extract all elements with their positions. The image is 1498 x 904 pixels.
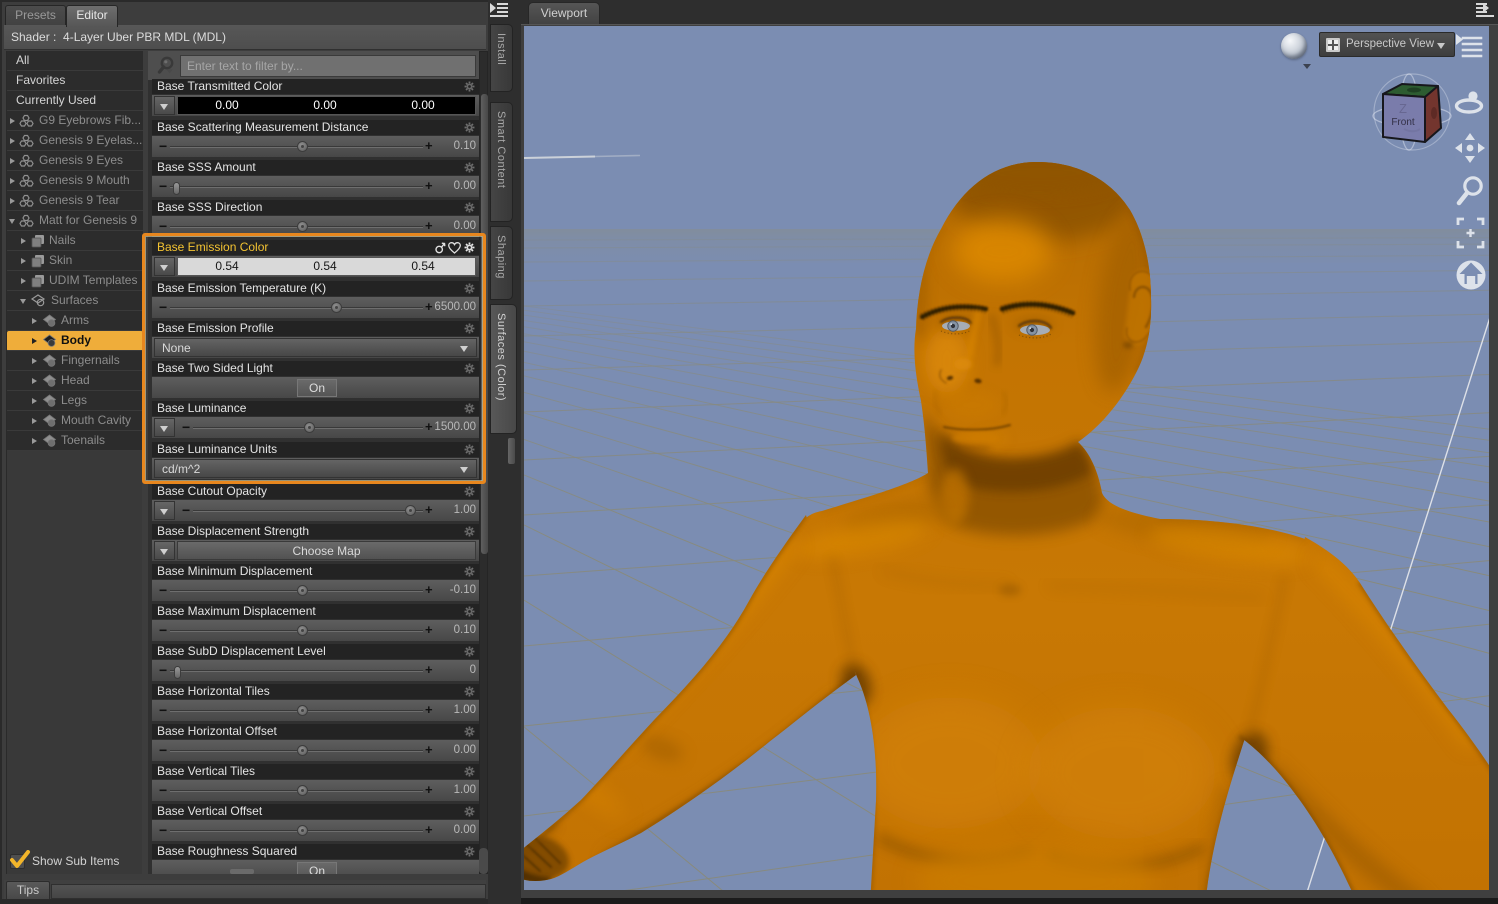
svg-text:Front: Front <box>1391 117 1415 128</box>
svg-text:Z: Z <box>1399 101 1407 116</box>
